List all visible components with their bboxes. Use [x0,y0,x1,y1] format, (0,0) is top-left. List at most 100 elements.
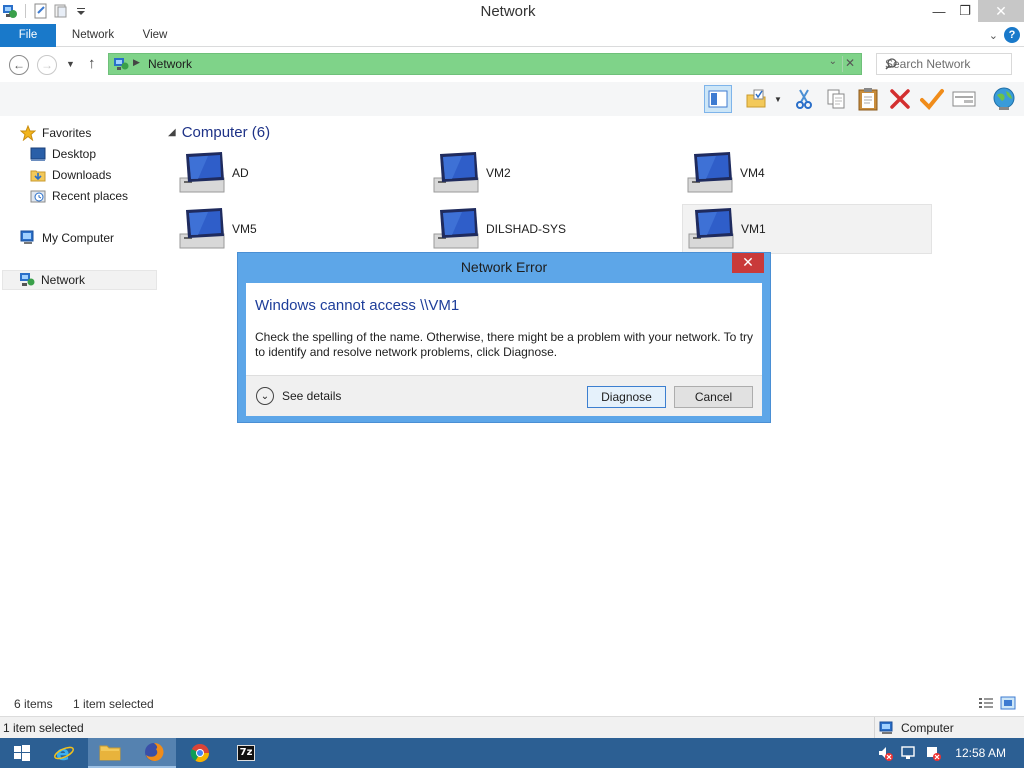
system-tray: 12:58 AM [873,738,1024,768]
cut-button[interactable] [790,85,818,113]
monitor-icon [687,206,737,252]
monitor-icon [432,150,482,196]
diagnose-button[interactable]: Diagnose [587,386,666,408]
large-icons-view-icon[interactable] [1000,696,1016,713]
volume-muted-icon[interactable] [873,745,897,761]
expand-ribbon-chevron-icon[interactable]: ⌄ [989,29,998,42]
dialog-close-button[interactable]: ✕ [732,253,764,273]
nav-favorites[interactable]: Favorites [20,123,91,143]
svg-text:e: e [56,742,70,764]
ribbon-right-controls: ⌄ ? [989,27,1020,43]
window-controls: — ❐ ✕ [926,0,1024,22]
properties-card-icon [952,91,976,107]
up-arrow-icon[interactable]: ↑ [88,55,96,72]
recent-places-icon [30,190,46,203]
navigation-pane: Favorites Desktop Downloads Recent place… [0,116,160,690]
group-header-computer[interactable]: ◢ Computer (6) [168,124,270,141]
computer-tile-vm5[interactable]: VM5 [166,204,416,254]
forward-button[interactable]: → [37,55,57,75]
chevron-down-icon: ⌄ [256,387,274,405]
back-button[interactable]: ← [9,55,29,75]
address-row: ← → ▼ ↑ ▶ Network ⌄ ✕ Search Network [0,48,1024,82]
network-status-icon[interactable] [897,745,921,761]
breadcrumb-network[interactable]: Network [148,57,192,71]
nav-recent-places[interactable]: Recent places [30,186,128,206]
see-details-toggle[interactable]: ⌄ See details [256,387,341,405]
computer-name: VM4 [740,166,765,180]
computer-tile-vm2[interactable]: VM2 [420,148,670,198]
nav-network[interactable]: Network [2,270,157,290]
minimize-button[interactable]: — [926,0,952,22]
computer-tile-dilshad-sys[interactable]: DILSHAD-SYS [420,204,670,254]
help-icon[interactable]: ? [1004,27,1020,43]
computer-tile-vm4[interactable]: VM4 [674,148,924,198]
status-zone: Computer [874,717,954,739]
start-button[interactable] [0,738,44,768]
nav-desktop[interactable]: Desktop [30,144,96,164]
computer-tile-ad[interactable]: AD [166,148,416,198]
paste-button[interactable] [854,85,882,113]
details-view-icon[interactable] [978,696,994,713]
taskbar-internet-explorer[interactable]: e [42,738,86,768]
network-globe-button[interactable] [990,85,1018,113]
tab-network[interactable]: Network [60,24,126,47]
internet-explorer-icon: e [54,742,74,764]
scissors-icon [796,89,812,109]
recent-locations-chevron-icon[interactable]: ▼ [66,59,75,69]
action-center-icon[interactable] [921,745,945,761]
window-title: Network [480,3,536,20]
computer-icon [20,230,34,244]
nav-downloads-label: Downloads [52,168,112,182]
tab-file[interactable]: File [0,24,56,47]
taskbar-firefox[interactable] [132,738,176,768]
open-dropdown-icon[interactable]: ▼ [774,95,782,104]
delete-x-icon [890,89,910,109]
open-button[interactable] [742,85,770,113]
delete-button[interactable] [886,85,914,113]
maximize-button[interactable]: ❐ [952,0,978,22]
collapse-caret-icon[interactable]: ◢ [168,127,176,138]
separator [842,56,843,72]
address-bar[interactable]: ▶ Network ⌄ ✕ [108,53,862,75]
7zip-icon: 7z [237,745,255,761]
computer-name: DILSHAD-SYS [486,222,567,236]
properties-button[interactable] [950,85,978,113]
address-dropdown-icon[interactable]: ⌄ [829,56,837,67]
nav-recent-places-label: Recent places [52,189,129,203]
nav-my-computer-label: My Computer [42,231,115,245]
chrome-icon [190,744,209,763]
network-error-dialog: Network Error ✕ Windows cannot access \\… [237,252,771,423]
taskbar-7zip[interactable]: 7z [224,738,268,768]
nav-downloads[interactable]: Downloads [30,165,111,185]
star-icon [20,125,36,141]
breadcrumb-chevron-icon[interactable]: ▶ [133,57,140,68]
nav-favorites-label: Favorites [42,126,92,140]
status-selection: 1 item selected [3,721,84,735]
monitor-icon [432,206,482,252]
taskbar-file-explorer[interactable] [88,738,132,768]
preview-pane-button[interactable] [704,85,732,113]
nav-network-label: Network [41,273,86,287]
copy-button[interactable] [822,85,850,113]
taskbar-chrome[interactable] [178,738,222,768]
rename-button[interactable] [918,85,946,113]
taskbar-clock[interactable]: 12:58 AM [955,746,1006,760]
back-arrow-icon: ← [13,58,25,72]
clear-address-icon[interactable]: ✕ [845,56,855,70]
nav-desktop-label: Desktop [52,147,97,161]
tab-view[interactable]: View [130,24,180,47]
cancel-button[interactable]: Cancel [674,386,753,408]
search-input[interactable]: Search Network [876,53,1012,75]
search-icon[interactable] [885,58,1003,73]
nav-my-computer[interactable]: My Computer [20,228,114,248]
copy-icon [827,89,845,109]
computer-name: VM5 [232,222,257,236]
forward-arrow-icon: → [41,58,53,72]
dialog-body: Windows cannot access \\VM1 Check the sp… [246,283,762,416]
selection-count: 1 item selected [73,697,154,711]
status-bar: 6 items 1 item selected [0,694,1024,714]
close-window-button[interactable]: ✕ [978,0,1024,22]
computer-tile-vm1[interactable]: VM1 [682,204,932,254]
monitor-icon [178,206,228,252]
item-count: 6 items [14,697,53,711]
